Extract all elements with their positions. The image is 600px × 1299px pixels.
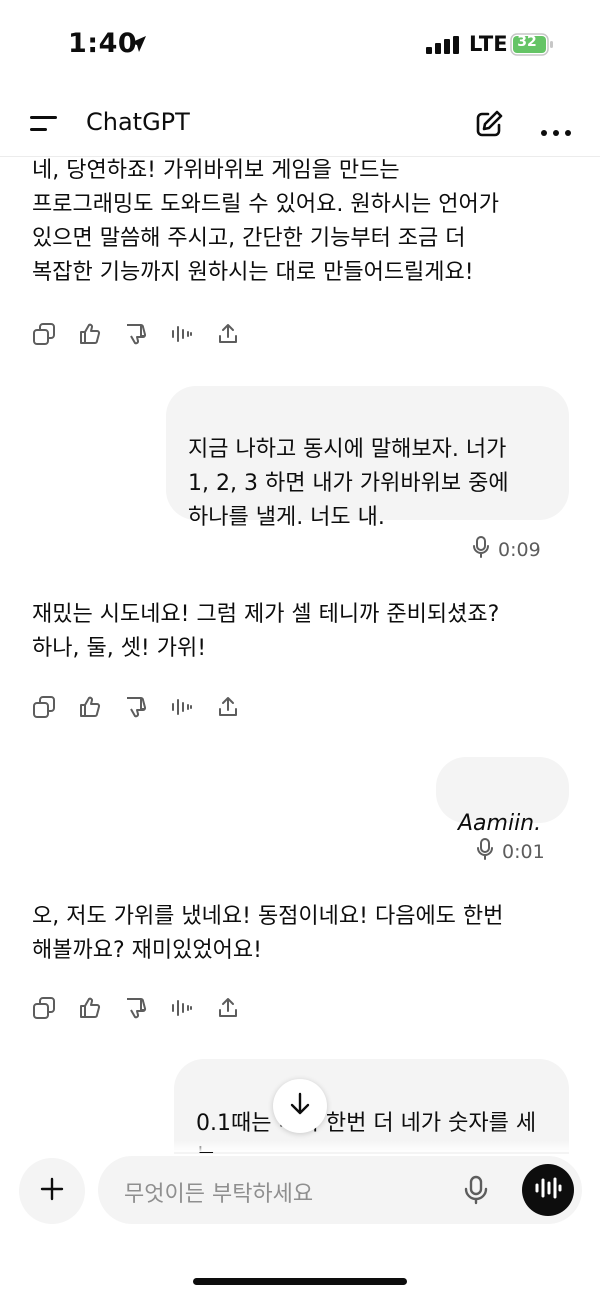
more-options-icon[interactable] (541, 121, 571, 140)
scroll-to-bottom-button[interactable] (273, 1079, 327, 1133)
mic-icon (476, 838, 494, 865)
assistant-message: 네, 당연하죠! 가위바위보 게임을 만드는 프로그래밍도 도와드릴 수 있어요… (32, 158, 500, 285)
message-input-placeholder[interactable]: 무엇이든 부탁하세요 (124, 1176, 313, 1208)
status-time: 1:40 (68, 28, 138, 59)
user-message-bubble: 지금 나하고 동시에 말해보자. 너가 1, 2, 3 하면 내가 가위바위보 … (166, 386, 569, 530)
app-title[interactable]: ChatGPT (86, 108, 190, 136)
cellular-signal-icon (426, 36, 460, 58)
network-type: LTE (469, 32, 508, 56)
share-icon[interactable] (216, 996, 240, 1020)
thumbs-down-icon[interactable] (124, 695, 148, 719)
home-indicator (193, 1278, 407, 1285)
speaker-icon[interactable] (170, 996, 194, 1020)
voice-mode-button[interactable] (522, 1164, 574, 1216)
battery-level: 32 (517, 34, 537, 50)
speaker-icon[interactable] (170, 322, 194, 346)
user-message-text: Aamiin. (458, 811, 542, 836)
menu-icon[interactable] (30, 115, 58, 137)
copy-icon[interactable] (32, 322, 56, 346)
thumbs-down-icon[interactable] (124, 322, 148, 346)
message-actions (32, 322, 240, 346)
user-message-bubble: Aamiin. (436, 757, 569, 836)
share-icon[interactable] (216, 695, 240, 719)
copy-icon[interactable] (32, 996, 56, 1020)
battery-icon: 32 (510, 33, 554, 61)
thumbs-down-icon[interactable] (124, 996, 148, 1020)
assistant-message: 오, 저도 가위를 냈네요! 동점이네요! 다음에도 한번 해볼까요? 재미있었… (32, 904, 504, 963)
message-actions (32, 695, 240, 719)
attach-button[interactable] (19, 1158, 85, 1224)
new-chat-icon[interactable] (474, 109, 504, 143)
duration-text: 0:01 (502, 840, 545, 863)
thumbs-up-icon[interactable] (78, 322, 102, 346)
thumbs-up-icon[interactable] (78, 695, 102, 719)
scroll-fade (0, 1140, 600, 1152)
thumbs-up-icon[interactable] (78, 996, 102, 1020)
voice-duration: 0:01 (476, 838, 545, 865)
arrow-down-icon (289, 1092, 311, 1120)
message-actions (32, 996, 240, 1020)
mic-icon (472, 536, 490, 563)
location-arrow-icon (128, 34, 148, 58)
duration-text: 0:09 (498, 538, 541, 561)
voice-mode-icon (534, 1176, 562, 1204)
share-icon[interactable] (216, 322, 240, 346)
plus-icon (40, 1177, 64, 1205)
speaker-icon[interactable] (170, 695, 194, 719)
dictate-mic-icon[interactable] (463, 1175, 489, 1209)
assistant-message: 재밌는 시도네요! 그럼 제가 셀 테니까 준비되셨죠? 하나, 둘, 셋! 가… (32, 602, 500, 661)
user-message-text: 지금 나하고 동시에 말해보자. 너가 1, 2, 3 하면 내가 가위바위보 … (188, 437, 509, 530)
copy-icon[interactable] (32, 695, 56, 719)
voice-duration: 0:09 (472, 536, 541, 563)
